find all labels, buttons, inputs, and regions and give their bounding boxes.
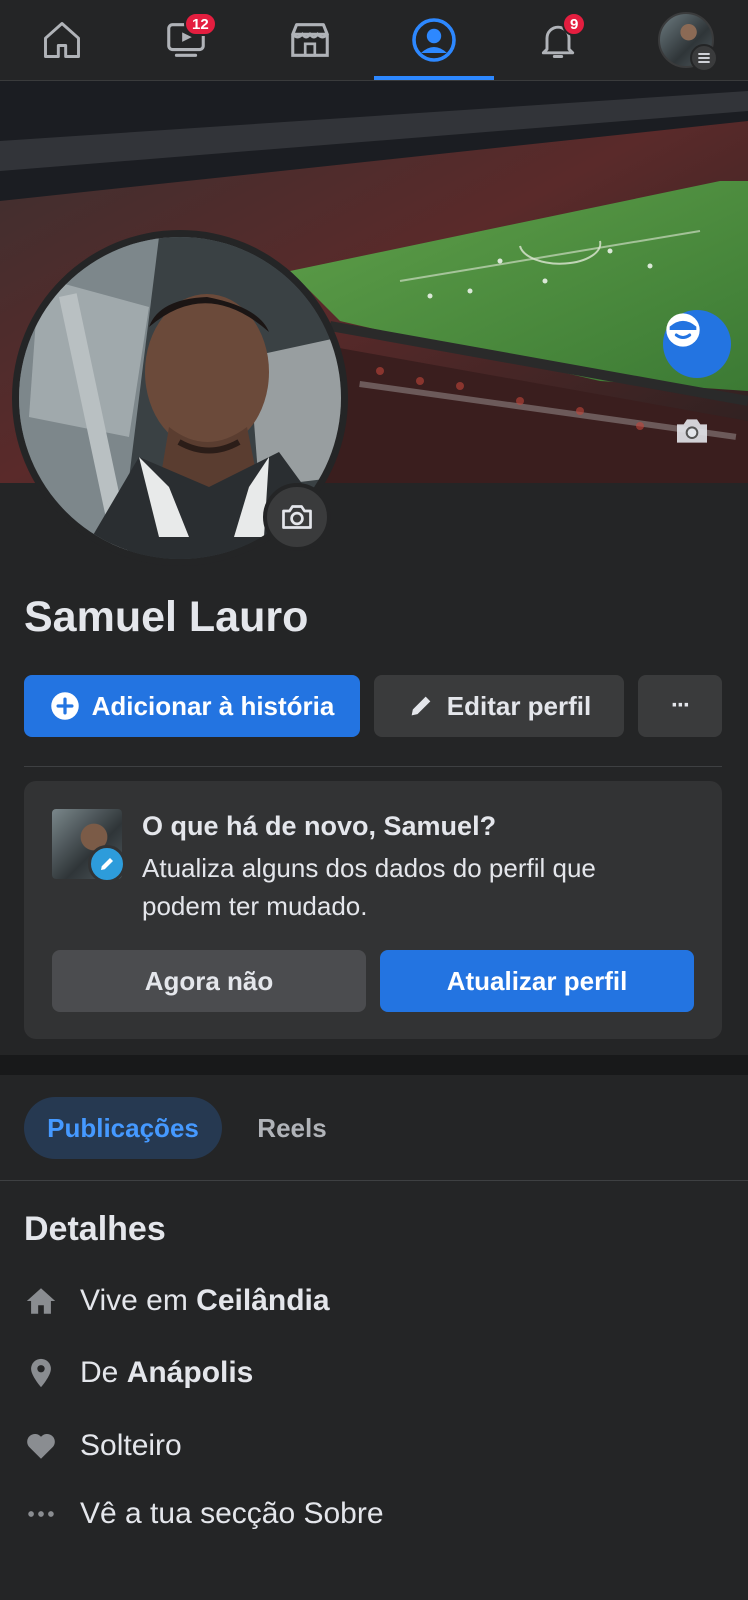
- nav-marketplace[interactable]: [248, 0, 372, 80]
- menu-avatar: [658, 12, 718, 72]
- menu-icon: [690, 44, 718, 72]
- divider: [24, 766, 722, 767]
- top-navigation: 12 9: [0, 0, 748, 81]
- plus-circle-icon: [50, 692, 79, 720]
- card-edit-badge: [88, 845, 126, 883]
- from-city: Anápolis: [126, 1356, 254, 1389]
- location-pin-icon: [24, 1356, 58, 1390]
- update-profile-button[interactable]: Atualizar perfil: [380, 950, 694, 1012]
- avatar-face-icon: [666, 313, 700, 347]
- pencil-icon: [101, 858, 113, 870]
- more-options-icon: ···: [671, 692, 691, 719]
- lives-prefix: Vive em: [80, 1284, 197, 1317]
- detail-from[interactable]: De Anápolis: [24, 1353, 253, 1393]
- camera-icon: [677, 419, 707, 443]
- more-options-button[interactable]: ···: [638, 675, 722, 737]
- card-title: O que há de novo, Samuel?: [142, 811, 497, 841]
- tab-reels-label: Reels: [257, 1112, 327, 1143]
- card-text: Atualiza alguns dos dados do perfil que …: [142, 853, 596, 921]
- tab-posts-label: Publicações: [47, 1112, 199, 1143]
- heart-icon: [24, 1429, 58, 1463]
- pencil-icon: [411, 696, 431, 716]
- marketplace-icon: [291, 23, 329, 57]
- more-dots-icon: [24, 1497, 58, 1531]
- watch-badge: 12: [184, 12, 217, 36]
- add-to-story-button[interactable]: Adicionar à história: [24, 675, 360, 737]
- nav-menu[interactable]: [624, 0, 748, 80]
- edit-cover-button[interactable]: [672, 411, 724, 463]
- update-profile-card: O que há de novo, Samuel? Atualiza algun…: [24, 781, 722, 1039]
- profile-name: Samuel Lauro: [24, 593, 309, 641]
- profile-icon: [412, 18, 456, 62]
- tab-posts[interactable]: Publicações: [24, 1097, 222, 1159]
- edit-profile-button[interactable]: Editar perfil: [374, 675, 624, 737]
- home-icon: [44, 22, 80, 58]
- update-profile-label: Atualizar perfil: [446, 965, 628, 996]
- not-now-button[interactable]: Agora não: [52, 950, 366, 1012]
- notifications-badge: 9: [562, 12, 587, 36]
- detail-relationship[interactable]: Solteiro: [24, 1426, 182, 1466]
- relationship-status: Solteiro: [80, 1429, 182, 1462]
- nav-watch[interactable]: 12: [124, 0, 248, 80]
- nav-home[interactable]: [0, 0, 124, 80]
- avatar-button[interactable]: [663, 310, 731, 378]
- detail-lives-in[interactable]: Vive em Ceilândia: [24, 1281, 330, 1321]
- nav-profile[interactable]: [372, 0, 496, 80]
- add-to-story-label: Adicionar à história: [91, 690, 335, 721]
- tab-reels[interactable]: Reels: [230, 1097, 354, 1159]
- about-link-label: Vê a tua secção Sobre: [80, 1497, 384, 1530]
- tabs-divider: [0, 1180, 748, 1181]
- detail-about-link[interactable]: Vê a tua secção Sobre: [24, 1494, 384, 1534]
- from-prefix: De: [80, 1356, 127, 1389]
- edit-profile-photo-button[interactable]: [263, 483, 331, 551]
- house-icon: [24, 1284, 58, 1318]
- nav-notifications[interactable]: 9: [496, 0, 620, 80]
- section-separator: [0, 1055, 748, 1075]
- details-title: Detalhes: [24, 1210, 166, 1248]
- lives-city: Ceilândia: [196, 1284, 330, 1317]
- camera-icon: [282, 505, 312, 529]
- not-now-label: Agora não: [144, 965, 274, 996]
- edit-profile-label: Editar perfil: [446, 690, 592, 721]
